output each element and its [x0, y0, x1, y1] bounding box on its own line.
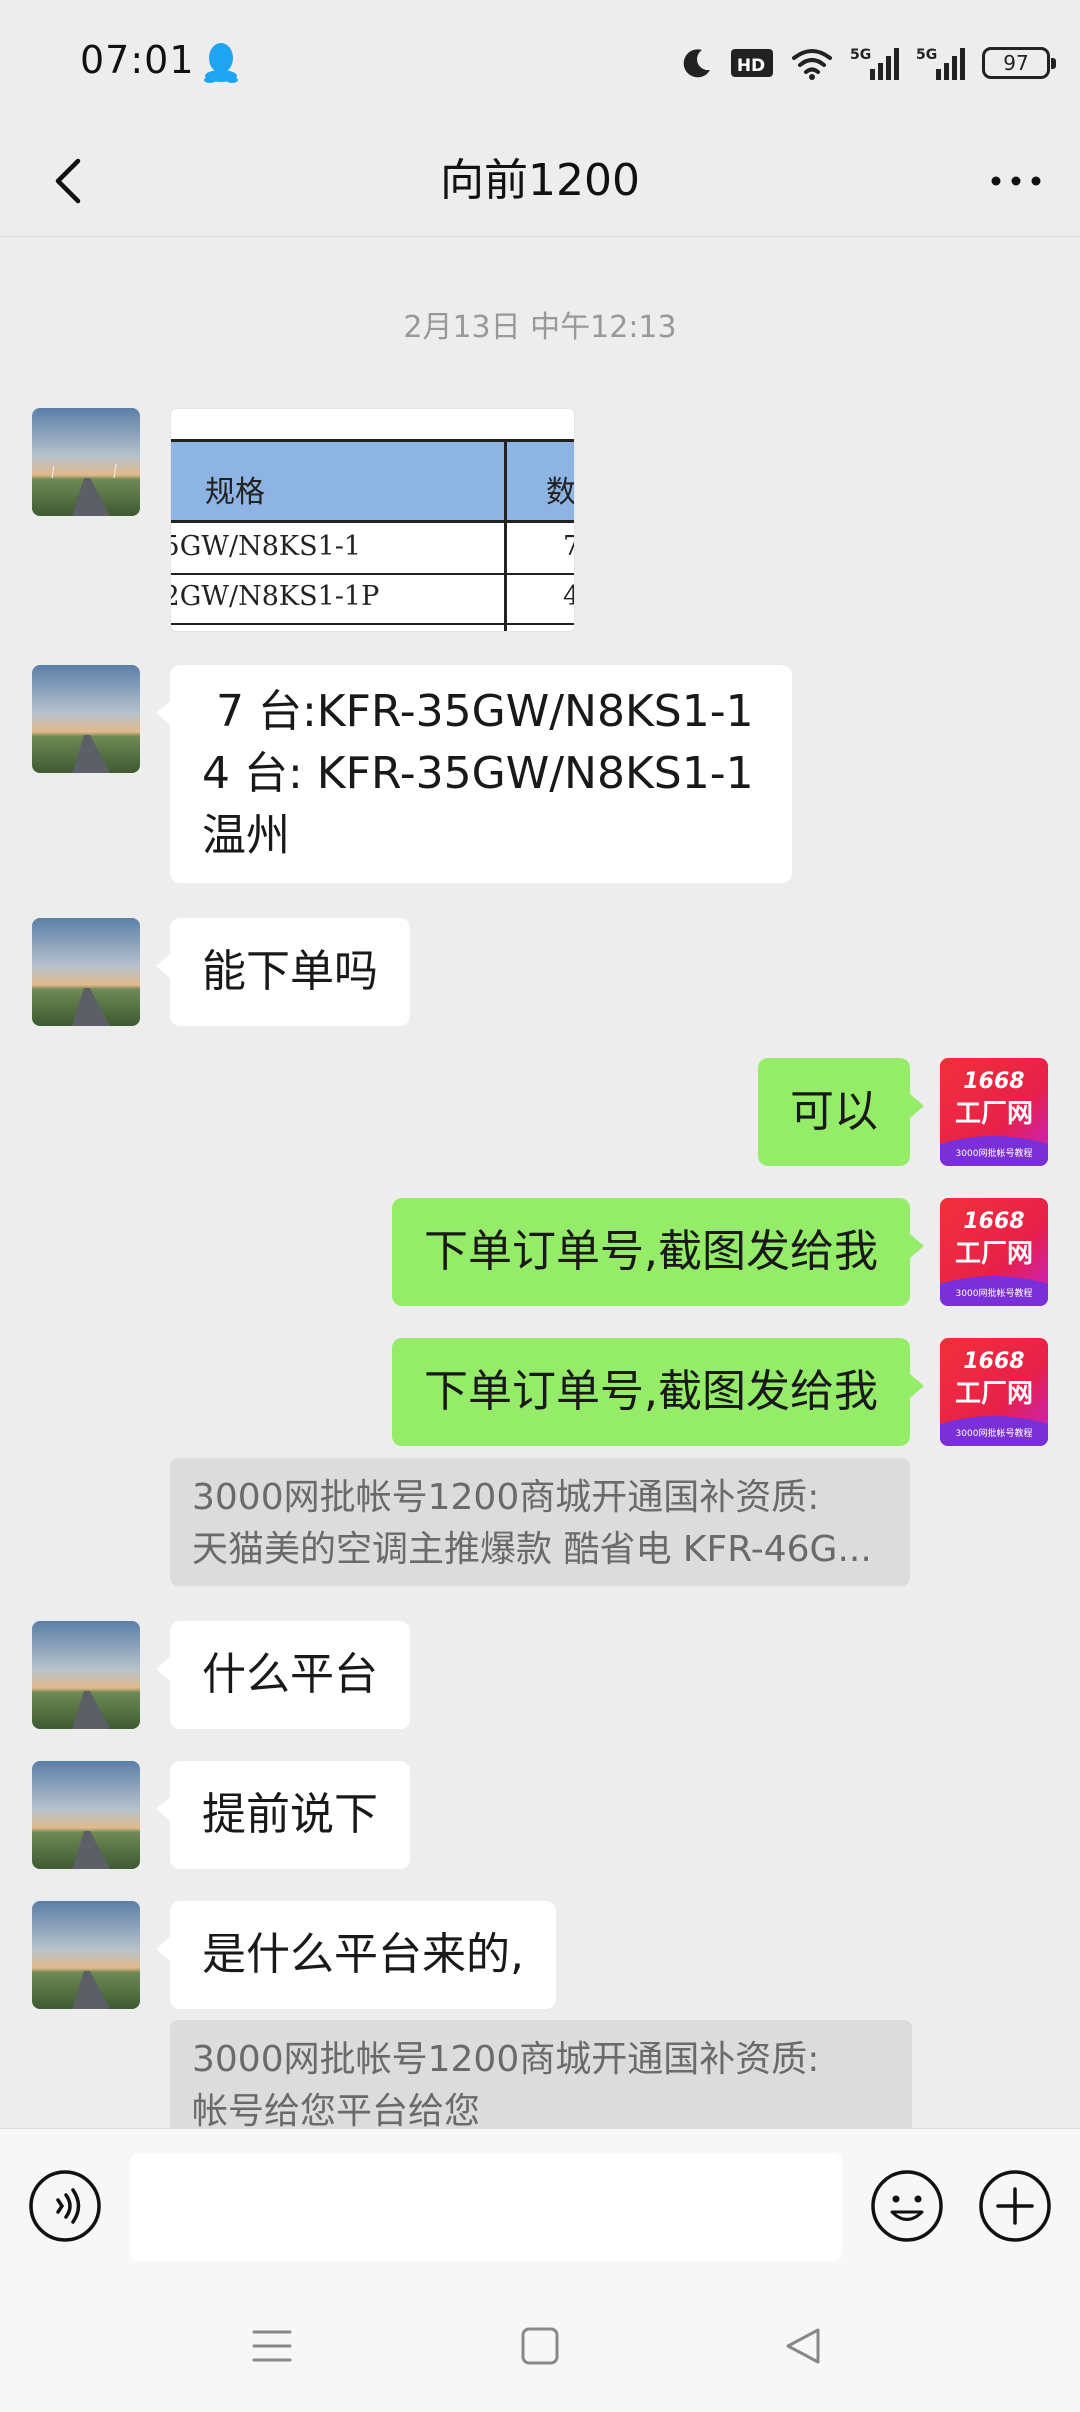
system-navigation-bar [0, 2284, 1080, 2412]
svg-text:1668: 1668 [963, 1069, 1024, 1094]
sheet-row-spec: KFR-72GW/N8KS1-1P [171, 581, 380, 612]
hd-icon: HD [731, 49, 773, 77]
my-avatar[interactable]: 1668 工厂网 3000网批帐号教程 [940, 1198, 1048, 1306]
message-bubble[interactable]: 7 台:KFR-35GW/N8KS1-1 4 台: KFR-35GW/N8KS1… [156, 665, 792, 883]
message-bubble-outgoing[interactable]: 可以 [758, 1058, 924, 1166]
more-dots-icon[interactable] [982, 147, 1050, 215]
sheet-row-qty: 7 [563, 531, 574, 562]
battery-level: 97 [1003, 51, 1029, 75]
status-time: 07:01 [80, 38, 195, 82]
factory-logo-icon: 1668 工厂网 3000网批帐号教程 [940, 1058, 1048, 1166]
svg-text:工厂网: 工厂网 [955, 1239, 1033, 1269]
signal-5g-icon-2: 5G [916, 47, 965, 80]
message-bubble[interactable]: 提前说下 [156, 1761, 410, 1869]
contact-avatar[interactable] [32, 1901, 140, 2009]
chat-header: 向前1200 [0, 125, 1080, 237]
spreadsheet-image-message[interactable]: 规格 数 KFR-35GW/N8KS1-1 7 KFR-72GW/N8KS1-1… [170, 408, 575, 632]
message-bubble[interactable]: 是什么平台来的, [156, 1901, 556, 2009]
quote-line: 3000网批帐号1200商城开通国补资质: [192, 1477, 820, 1518]
plus-icon[interactable] [978, 2169, 1052, 2243]
status-icons: HD 5G 5G 97 [680, 38, 1056, 88]
my-avatar[interactable]: 1668 工厂网 3000网批帐号教程 [940, 1338, 1048, 1446]
sheet-row-divider [171, 623, 574, 625]
contact-avatar[interactable] [32, 918, 140, 1026]
factory-logo-icon: 1668 工厂网 3000网批帐号教程 [940, 1338, 1048, 1446]
sheet-row-spec: KFR-35GW/N8KS1-1 [171, 531, 362, 562]
svg-text:HD: HD [737, 56, 765, 76]
message-bubble[interactable]: 什么平台 [156, 1621, 410, 1729]
message-bubble-outgoing[interactable]: 下单订单号,截图发给我 [392, 1338, 924, 1446]
qq-icon [204, 43, 238, 83]
message-input[interactable] [130, 2153, 842, 2261]
menu-icon[interactable] [250, 2324, 294, 2368]
contact-avatar[interactable] [32, 665, 140, 773]
back-arrow-icon[interactable] [36, 147, 104, 215]
system-back-icon[interactable] [782, 2324, 826, 2368]
moon-icon [683, 49, 710, 78]
message-timestamp: 2月13日 中午12:13 [403, 310, 677, 345]
sheet-row-divider [171, 573, 574, 575]
quoted-message[interactable]: 3000网批帐号1200商城开通国补资质: 帐号给您平台给您 [170, 2020, 912, 2128]
wifi-icon [792, 49, 832, 80]
quote-line: 帐号给您平台给您 [192, 2091, 481, 2128]
battery-icon: 97 [982, 47, 1056, 79]
contact-avatar[interactable] [32, 1621, 140, 1729]
status-bar: 07:01 HD 5G 5G 97 [0, 0, 1080, 125]
quoted-message[interactable]: 3000网批帐号1200商城开通国补资质: 天猫美的空调主推爆款 酷省电 KFR… [170, 1458, 910, 1586]
message-bubble-outgoing[interactable]: 下单订单号,截图发给我 [392, 1198, 924, 1306]
svg-text:5G: 5G [850, 47, 871, 63]
emoji-icon[interactable] [870, 2169, 944, 2243]
signal-5g-icon: 5G [850, 47, 899, 80]
sheet-row-qty: 4 [563, 581, 574, 612]
sheet-header-qty: 数 [546, 475, 575, 510]
my-avatar[interactable]: 1668 工厂网 3000网批帐号教程 [940, 1058, 1048, 1166]
quote-line: 天猫美的空调主推爆款 酷省电 KFR-46G... [192, 1529, 872, 1570]
message-bubble[interactable]: 能下单吗 [156, 918, 410, 1026]
svg-text:3000网批帐号教程: 3000网批帐号教程 [956, 1427, 1033, 1439]
svg-text:工厂网: 工厂网 [955, 1099, 1033, 1129]
contact-avatar[interactable] [32, 408, 140, 516]
chat-input-bar [0, 2128, 1080, 2284]
svg-text:1668: 1668 [963, 1209, 1024, 1234]
svg-text:工厂网: 工厂网 [955, 1379, 1033, 1409]
svg-text:3000网批帐号教程: 3000网批帐号教程 [956, 1147, 1033, 1159]
svg-text:1668: 1668 [963, 1349, 1024, 1374]
svg-text:3000网批帐号教程: 3000网批帐号教程 [956, 1287, 1033, 1299]
contact-avatar[interactable] [32, 1761, 140, 1869]
home-icon[interactable] [518, 2324, 562, 2368]
svg-text:5G: 5G [916, 47, 937, 63]
factory-logo-icon: 1668 工厂网 3000网批帐号教程 [940, 1198, 1048, 1306]
voice-icon[interactable] [28, 2169, 102, 2243]
quote-line: 3000网批帐号1200商城开通国补资质: [192, 2039, 820, 2080]
chat-title: 向前1200 [440, 155, 640, 206]
sheet-header-spec: 规格 [205, 475, 265, 510]
sheet-column-divider [504, 439, 507, 631]
